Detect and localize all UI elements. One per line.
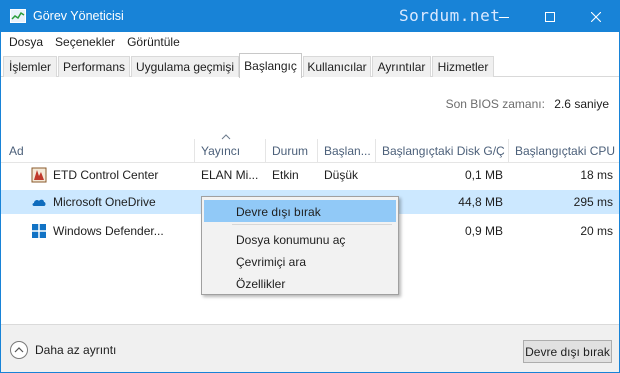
close-button[interactable] [573, 1, 619, 32]
tab-islemler[interactable]: İşlemler [3, 56, 57, 77]
maximize-icon [545, 11, 555, 22]
minimize-button[interactable] [481, 1, 527, 32]
close-icon [591, 11, 601, 22]
tab-uygulama-gecmisi[interactable]: Uygulama geçmişi [131, 56, 239, 77]
context-menu-separator [232, 224, 392, 225]
column-header-cpu[interactable]: Başlangıçtaki CPU [509, 139, 619, 163]
row-name: Microsoft OneDrive [53, 195, 156, 209]
tab-hizmetler[interactable]: Hizmetler [432, 56, 494, 77]
onedrive-cloud-icon [32, 199, 46, 206]
chevron-up-icon [10, 341, 28, 359]
table-row[interactable]: ETD Control Center ELAN Mi... Etkin Düşü… [1, 163, 619, 187]
column-header-baslangic-etkisi[interactable]: Başlan... [318, 139, 376, 163]
context-menu-search-online[interactable]: Çevrimiçi ara [204, 250, 396, 272]
maximize-button[interactable] [527, 1, 573, 32]
etd-control-center-icon [31, 167, 47, 183]
column-header-durum[interactable]: Durum [266, 139, 318, 163]
bios-time-value: 2.6 saniye [554, 97, 609, 111]
fewer-details-label: Daha az ayrıntı [35, 343, 117, 357]
menu-bar: Dosya Seçenekler Görüntüle [1, 32, 619, 53]
context-menu-properties[interactable]: Özellikler [204, 272, 396, 294]
tab-kullanicilar[interactable]: Kullanıcılar [303, 56, 371, 77]
tab-bar: İşlemler Performans Uygulama geçmişi Baş… [1, 53, 619, 78]
disable-button[interactable]: Devre dışı bırak [523, 340, 612, 363]
row-cpu: 18 ms [580, 168, 613, 182]
column-header-ad[interactable]: Ad [1, 139, 195, 163]
tab-baslangic[interactable]: Başlangıç [239, 53, 302, 78]
row-name: Windows Defender... [53, 224, 164, 238]
column-header-yayinci[interactable]: Yayıncı [195, 139, 266, 163]
task-manager-icon [10, 9, 26, 23]
row-name: ETD Control Center [53, 168, 159, 182]
context-menu-open-file-location[interactable]: Dosya konumunu aç [204, 228, 396, 250]
tab-performans[interactable]: Performans [58, 56, 130, 77]
table-header: Ad Yayıncı Durum Başlan... Başlangıçtaki… [1, 139, 619, 163]
minimize-icon [499, 16, 509, 18]
menu-goruntule[interactable]: Görüntüle [121, 32, 186, 53]
tab-ayrintilar[interactable]: Ayrıntılar [372, 56, 431, 77]
menu-dosya[interactable]: Dosya [1, 32, 49, 53]
row-cpu: 295 ms [573, 195, 613, 209]
bios-time-label: Son BIOS zamanı: [445, 97, 545, 111]
row-cpu: 20 ms [580, 224, 613, 238]
fewer-details-toggle[interactable]: Daha az ayrıntı [10, 341, 116, 359]
task-manager-window: Görev Yöneticisi Sordum.net Dosya Seçene… [0, 0, 620, 373]
row-status: Etkin [272, 168, 299, 182]
row-impact: Düşük [324, 168, 359, 182]
context-menu: Devre dışı bırak Dosya konumunu aç Çevri… [201, 196, 399, 295]
context-menu-disable[interactable]: Devre dışı bırak [204, 200, 396, 222]
window-title: Görev Yöneticisi [33, 9, 124, 23]
row-publisher: ELAN Mi... [201, 168, 259, 182]
bios-time: Son BIOS zamanı: 2.6 saniye [446, 97, 609, 111]
row-disk: 0,1 MB [464, 168, 503, 182]
title-bar[interactable]: Görev Yöneticisi Sordum.net [1, 1, 619, 32]
column-header-disk[interactable]: Başlangıçtaki Disk G/Ç [376, 139, 509, 163]
windows-defender-icon [32, 224, 46, 238]
footer-bar: Daha az ayrıntı Devre dışı bırak [1, 324, 619, 372]
menu-secenekler[interactable]: Seçenekler [49, 32, 121, 53]
